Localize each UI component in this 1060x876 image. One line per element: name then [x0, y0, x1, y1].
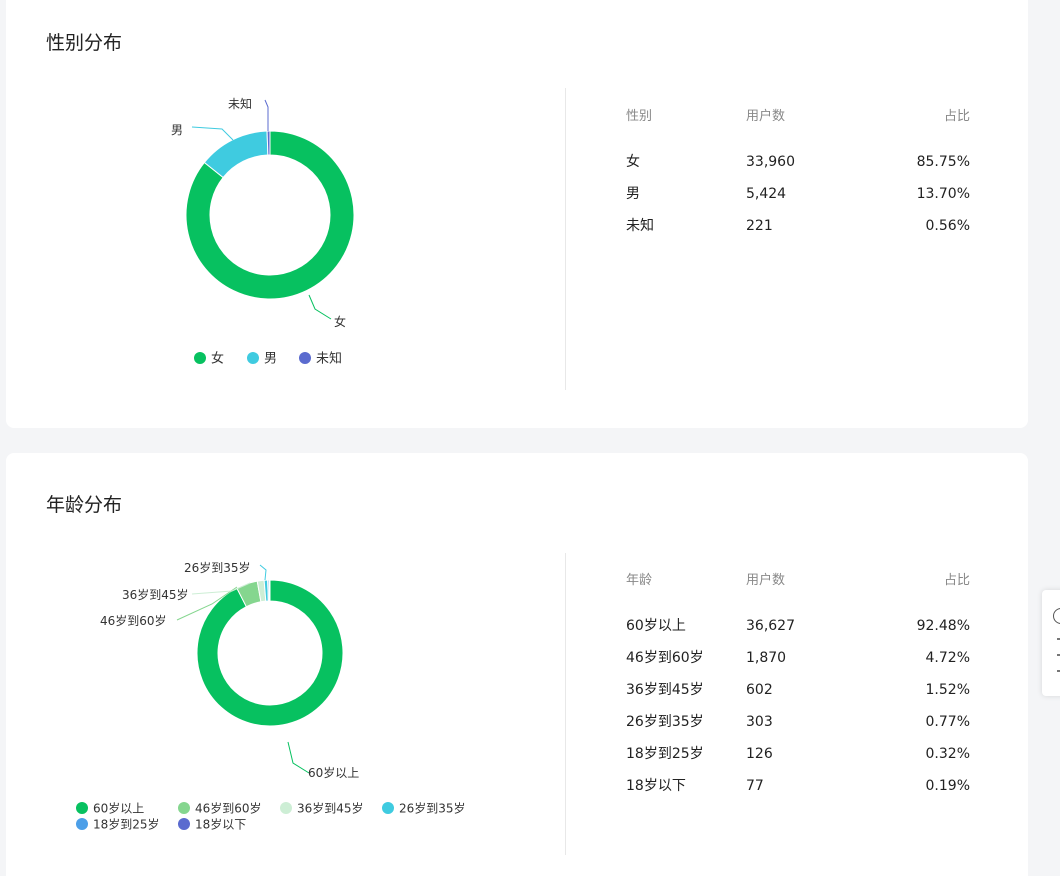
age-donut-chart: 60岁以上 46岁到60岁 36岁到45岁 26岁到35岁 60岁以上 46岁到60岁 36… — [76, 560, 466, 832]
table-row: 18岁以下 77 0.19% — [626, 776, 970, 796]
section-divider — [565, 88, 566, 390]
leader-line — [287, 741, 310, 774]
row-label: 男 — [626, 186, 640, 202]
leader-line — [264, 99, 269, 131]
row-label: 60岁以上 — [626, 618, 686, 634]
row-label: 18岁到25岁 — [626, 746, 704, 762]
header-user-count: 用户数 — [746, 573, 786, 588]
legend-marker[interactable] — [299, 352, 311, 364]
legend-marker[interactable] — [76, 802, 88, 814]
row-ratio: 13.70% — [916, 186, 970, 202]
help-icon[interactable] — [1053, 608, 1060, 624]
legend-marker[interactable] — [194, 352, 206, 364]
table-row: 60岁以上 36,627 92.48% — [626, 616, 970, 636]
row-count: 126 — [746, 746, 773, 762]
slice-label: 46岁到60岁 — [100, 613, 167, 628]
header-ratio: 占比 — [943, 573, 970, 588]
legend-label[interactable]: 18岁以下 — [195, 817, 246, 832]
row-label: 女 — [626, 154, 640, 170]
legend-marker[interactable] — [76, 818, 88, 830]
legend-marker[interactable] — [280, 802, 292, 814]
age-table-header: 年龄 用户数 占比 — [626, 571, 970, 591]
header-age: 年龄 — [626, 573, 653, 588]
legend-marker[interactable] — [178, 802, 190, 814]
legend-marker[interactable] — [178, 818, 190, 830]
donut-slice-5[interactable] — [268, 579, 271, 602]
header-user-count: 用户数 — [746, 109, 786, 124]
slice-label: 60岁以上 — [308, 765, 359, 780]
row-ratio: 4.72% — [925, 650, 970, 666]
legend-label[interactable]: 男 — [264, 352, 277, 367]
section-divider — [565, 553, 566, 855]
row-ratio: 85.75% — [916, 154, 970, 170]
row-count: 303 — [746, 714, 773, 730]
floating-help-widget[interactable] — [1042, 590, 1060, 696]
table-row: 女 33,960 85.75% — [626, 152, 970, 172]
slice-label: 未知 — [228, 97, 252, 111]
row-label: 46岁到60岁 — [626, 650, 704, 666]
row-count: 602 — [746, 682, 773, 698]
legend-marker[interactable] — [382, 802, 394, 814]
row-label: 26岁到35岁 — [626, 714, 704, 730]
row-ratio: 0.56% — [925, 218, 970, 234]
age-distribution-card: 年龄分布 60岁以上 46岁到60岁 36岁到45岁 26岁到35岁 60岁以上 46岁到… — [6, 453, 1028, 876]
table-row: 未知 221 0.56% — [626, 216, 970, 236]
leader-line — [259, 564, 267, 581]
donut-slice-2[interactable] — [266, 130, 271, 156]
legend-label[interactable]: 未知 — [316, 351, 342, 367]
row-count: 5,424 — [746, 186, 787, 202]
row-ratio: 0.19% — [925, 778, 970, 794]
legend-label[interactable]: 60岁以上 — [93, 801, 144, 816]
legend-label[interactable]: 46岁到60岁 — [195, 801, 262, 816]
gender-donut-chart: 女男未知女男未知 — [171, 97, 355, 367]
slice-label: 男 — [171, 123, 183, 137]
legend-label[interactable]: 女 — [211, 351, 224, 367]
legend-label[interactable]: 18岁到25岁 — [93, 817, 160, 832]
row-count: 33,960 — [746, 154, 795, 170]
row-count: 1,870 — [746, 650, 787, 666]
table-row: 男 5,424 13.70% — [626, 184, 970, 204]
leader-line — [308, 294, 332, 320]
leader-line — [191, 126, 234, 141]
legend-marker[interactable] — [247, 352, 259, 364]
row-label: 36岁到45岁 — [626, 682, 704, 698]
gender-table-header: 性别 用户数 占比 — [626, 107, 970, 127]
row-count: 36,627 — [746, 618, 795, 634]
row-count: 77 — [746, 778, 764, 794]
gender-distribution-card: 性别分布 女男未知女男未知 性别 用户数 占比 女 33,960 85.75% … — [6, 0, 1028, 428]
slice-label: 26岁到35岁 — [184, 560, 251, 575]
donut-slice-0[interactable] — [196, 579, 344, 727]
legend-label[interactable]: 26岁到35岁 — [399, 801, 466, 816]
legend-label[interactable]: 36岁到45岁 — [297, 801, 364, 816]
table-row: 26岁到35岁 303 0.77% — [626, 712, 970, 732]
table-row: 18岁到25岁 126 0.32% — [626, 744, 970, 764]
row-ratio: 0.32% — [925, 746, 970, 762]
row-ratio: 92.48% — [916, 618, 970, 634]
row-label: 未知 — [626, 218, 654, 234]
header-ratio: 占比 — [943, 109, 970, 124]
slice-label: 36岁到45岁 — [122, 587, 189, 602]
slice-label: 女 — [334, 314, 346, 329]
row-ratio: 0.77% — [925, 714, 970, 730]
table-row: 46岁到60岁 1,870 4.72% — [626, 648, 970, 668]
row-count: 221 — [746, 218, 773, 234]
donut-slice-1[interactable] — [203, 130, 269, 179]
table-row: 36岁到45岁 602 1.52% — [626, 680, 970, 700]
header-gender: 性别 — [626, 109, 653, 124]
row-label: 18岁以下 — [626, 778, 686, 794]
row-ratio: 1.52% — [925, 682, 970, 698]
